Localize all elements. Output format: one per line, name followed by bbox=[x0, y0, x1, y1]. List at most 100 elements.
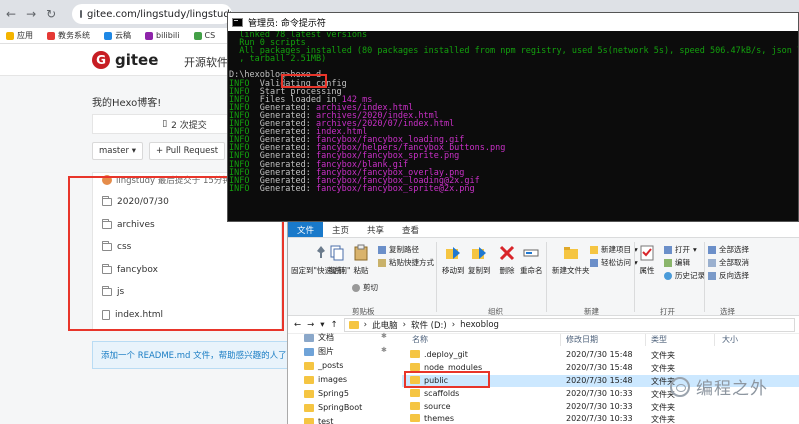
pull-request-button[interactable]: + Pull Request bbox=[148, 142, 226, 160]
tab-home[interactable]: 主页 bbox=[323, 222, 358, 237]
bookmark-jiaowu[interactable]: 教务系统 bbox=[47, 30, 90, 41]
properties-icon bbox=[640, 245, 654, 261]
history-button[interactable]: 历史记录 bbox=[664, 270, 705, 281]
documents-icon bbox=[304, 333, 314, 342]
tab-share[interactable]: 共享 bbox=[358, 222, 393, 237]
open-icon bbox=[664, 245, 672, 254]
url-text: gitee.com/lingstudy/lingstudy.gite bbox=[87, 8, 232, 20]
select-all-button[interactable]: 全部选择 bbox=[708, 244, 749, 255]
apps-icon bbox=[6, 31, 14, 40]
select-none-button[interactable]: 全部取消 bbox=[708, 257, 749, 268]
easy-access-button[interactable]: 轻松访问 ▾ bbox=[590, 257, 638, 268]
column-type[interactable]: 类型 bbox=[651, 334, 667, 345]
select-none-icon bbox=[708, 258, 716, 267]
nav-item-test[interactable]: test bbox=[304, 417, 333, 424]
bookmark-bilibili[interactable]: bilibili bbox=[145, 31, 180, 40]
lock-icon bbox=[80, 10, 82, 18]
column-size[interactable]: 大小 bbox=[722, 334, 738, 345]
folder-icon bbox=[410, 350, 420, 358]
history-icon bbox=[664, 271, 672, 280]
paste-button[interactable]: 粘贴 bbox=[352, 244, 370, 276]
chevron-right-icon: › bbox=[363, 319, 368, 330]
pin-icon: ✱ bbox=[381, 332, 387, 340]
log-message: Generated: bbox=[249, 183, 317, 194]
forward-icon[interactable]: → bbox=[307, 320, 314, 330]
bookmark-icon bbox=[193, 31, 202, 40]
cut-button[interactable]: 剪切 bbox=[352, 282, 378, 293]
copy-path-button[interactable]: 复制路径 bbox=[378, 244, 419, 255]
reload-icon[interactable]: ↻ bbox=[46, 7, 56, 21]
folder-icon bbox=[410, 402, 420, 410]
terminal-line: , tarball 2.51MB) bbox=[229, 55, 798, 64]
properties-button[interactable]: 属性 bbox=[638, 244, 656, 276]
group-label-open: 打开 bbox=[660, 307, 675, 316]
terminal-icon bbox=[232, 17, 243, 27]
nav-item-documents[interactable]: 文档 bbox=[304, 332, 334, 343]
group-label-select: 选择 bbox=[720, 307, 735, 316]
divider bbox=[436, 242, 437, 312]
copy-to-button[interactable]: 复制到 bbox=[468, 244, 491, 276]
group-label-clipboard: 剪贴板 bbox=[352, 307, 375, 316]
watermark: 编程之外 bbox=[670, 374, 768, 399]
address-bar[interactable]: gitee.com/lingstudy/lingstudy.gite bbox=[72, 4, 232, 24]
up-icon[interactable]: ↑ bbox=[331, 320, 338, 330]
edit-button[interactable]: 编辑 bbox=[664, 257, 690, 268]
bookmark-apps[interactable]: 应用 bbox=[6, 30, 33, 41]
column-date[interactable]: 修改日期 bbox=[566, 334, 598, 345]
divider bbox=[634, 242, 635, 312]
table-row[interactable]: source 2020/7/30 10:33 文件夹 bbox=[402, 401, 799, 413]
invert-selection-button[interactable]: 反向选择 bbox=[708, 270, 749, 281]
paste-icon bbox=[354, 244, 368, 261]
bookmark-yungao[interactable]: 云稿 bbox=[104, 30, 131, 41]
nav-item-springboot[interactable]: SpringBoot bbox=[304, 403, 362, 412]
rename-icon bbox=[523, 249, 539, 257]
terminal-output: linked 78 latest versions Run 0 scripts … bbox=[228, 31, 798, 221]
chevron-right-icon: › bbox=[451, 319, 456, 330]
bookmark-cs[interactable]: CS bbox=[193, 31, 215, 40]
breadcrumb-item[interactable]: 此电脑 bbox=[372, 319, 398, 331]
nav-item-posts[interactable]: _posts bbox=[304, 361, 343, 370]
select-all-icon bbox=[708, 245, 716, 254]
divider bbox=[560, 334, 561, 346]
folder-icon bbox=[304, 389, 314, 398]
nav-item-spring5[interactable]: Spring5 bbox=[304, 389, 349, 398]
table-row[interactable]: themes 2020/7/30 10:33 文件夹 bbox=[402, 413, 799, 424]
forward-icon[interactable]: → bbox=[26, 7, 36, 21]
column-name[interactable]: 名称 bbox=[412, 334, 428, 345]
folder-icon bbox=[410, 389, 420, 397]
nav-open-source[interactable]: 开源软件 bbox=[184, 54, 228, 70]
pictures-icon bbox=[304, 347, 314, 356]
breadcrumb-item[interactable]: 软件 (D:) bbox=[411, 319, 447, 331]
new-item-button[interactable]: 新建项目 ▾ bbox=[590, 244, 638, 255]
copy-to-icon bbox=[472, 247, 487, 259]
tab-file[interactable]: 文件 bbox=[288, 222, 324, 237]
new-folder-button[interactable]: 新建文件夹 bbox=[552, 244, 590, 276]
open-button[interactable]: 打开 ▾ bbox=[664, 244, 697, 255]
folder-icon bbox=[304, 403, 314, 412]
breadcrumb-item[interactable]: hexoblog bbox=[460, 320, 499, 330]
ribbon-tabs: 文件 主页 共享 查看 bbox=[288, 222, 799, 238]
gitee-logo-icon: G bbox=[92, 51, 110, 69]
log-value: fancybox/fancybox_sprite@2x.png bbox=[316, 183, 475, 194]
delete-button[interactable]: 删除 bbox=[498, 244, 516, 276]
nav-item-pictures[interactable]: 图片 bbox=[304, 346, 334, 357]
table-row[interactable]: .deploy_git 2020/7/30 15:48 文件夹 bbox=[402, 349, 799, 361]
wechat-logo-icon bbox=[670, 376, 690, 397]
readme-hint[interactable]: 添加一个 README.md 文件，帮助感兴趣的人了解 bbox=[92, 341, 300, 369]
back-icon[interactable]: ← bbox=[294, 320, 301, 330]
move-to-button[interactable]: 移动到 bbox=[442, 244, 465, 276]
pin-icon: ✱ bbox=[381, 346, 387, 354]
chevron-down-icon[interactable]: ▾ bbox=[320, 320, 324, 330]
highlight-box bbox=[404, 371, 490, 388]
paste-shortcut-button[interactable]: 粘贴快捷方式 bbox=[378, 257, 434, 268]
back-icon[interactable]: ← bbox=[6, 7, 16, 21]
nav-item-images[interactable]: images bbox=[304, 375, 347, 384]
rename-button[interactable]: 重命名 bbox=[520, 244, 543, 276]
terminal-line: linked 78 latest versions bbox=[229, 31, 798, 39]
chevron-right-icon: › bbox=[402, 319, 406, 330]
tab-view[interactable]: 查看 bbox=[393, 222, 428, 237]
copy-button[interactable]: 复制 bbox=[328, 244, 346, 276]
branch-select[interactable]: master ▾ bbox=[92, 142, 143, 160]
breadcrumb[interactable]: › 此电脑 › 软件 (D:) › hexoblog bbox=[343, 317, 795, 332]
gitee-logo[interactable]: G gitee bbox=[92, 51, 158, 69]
